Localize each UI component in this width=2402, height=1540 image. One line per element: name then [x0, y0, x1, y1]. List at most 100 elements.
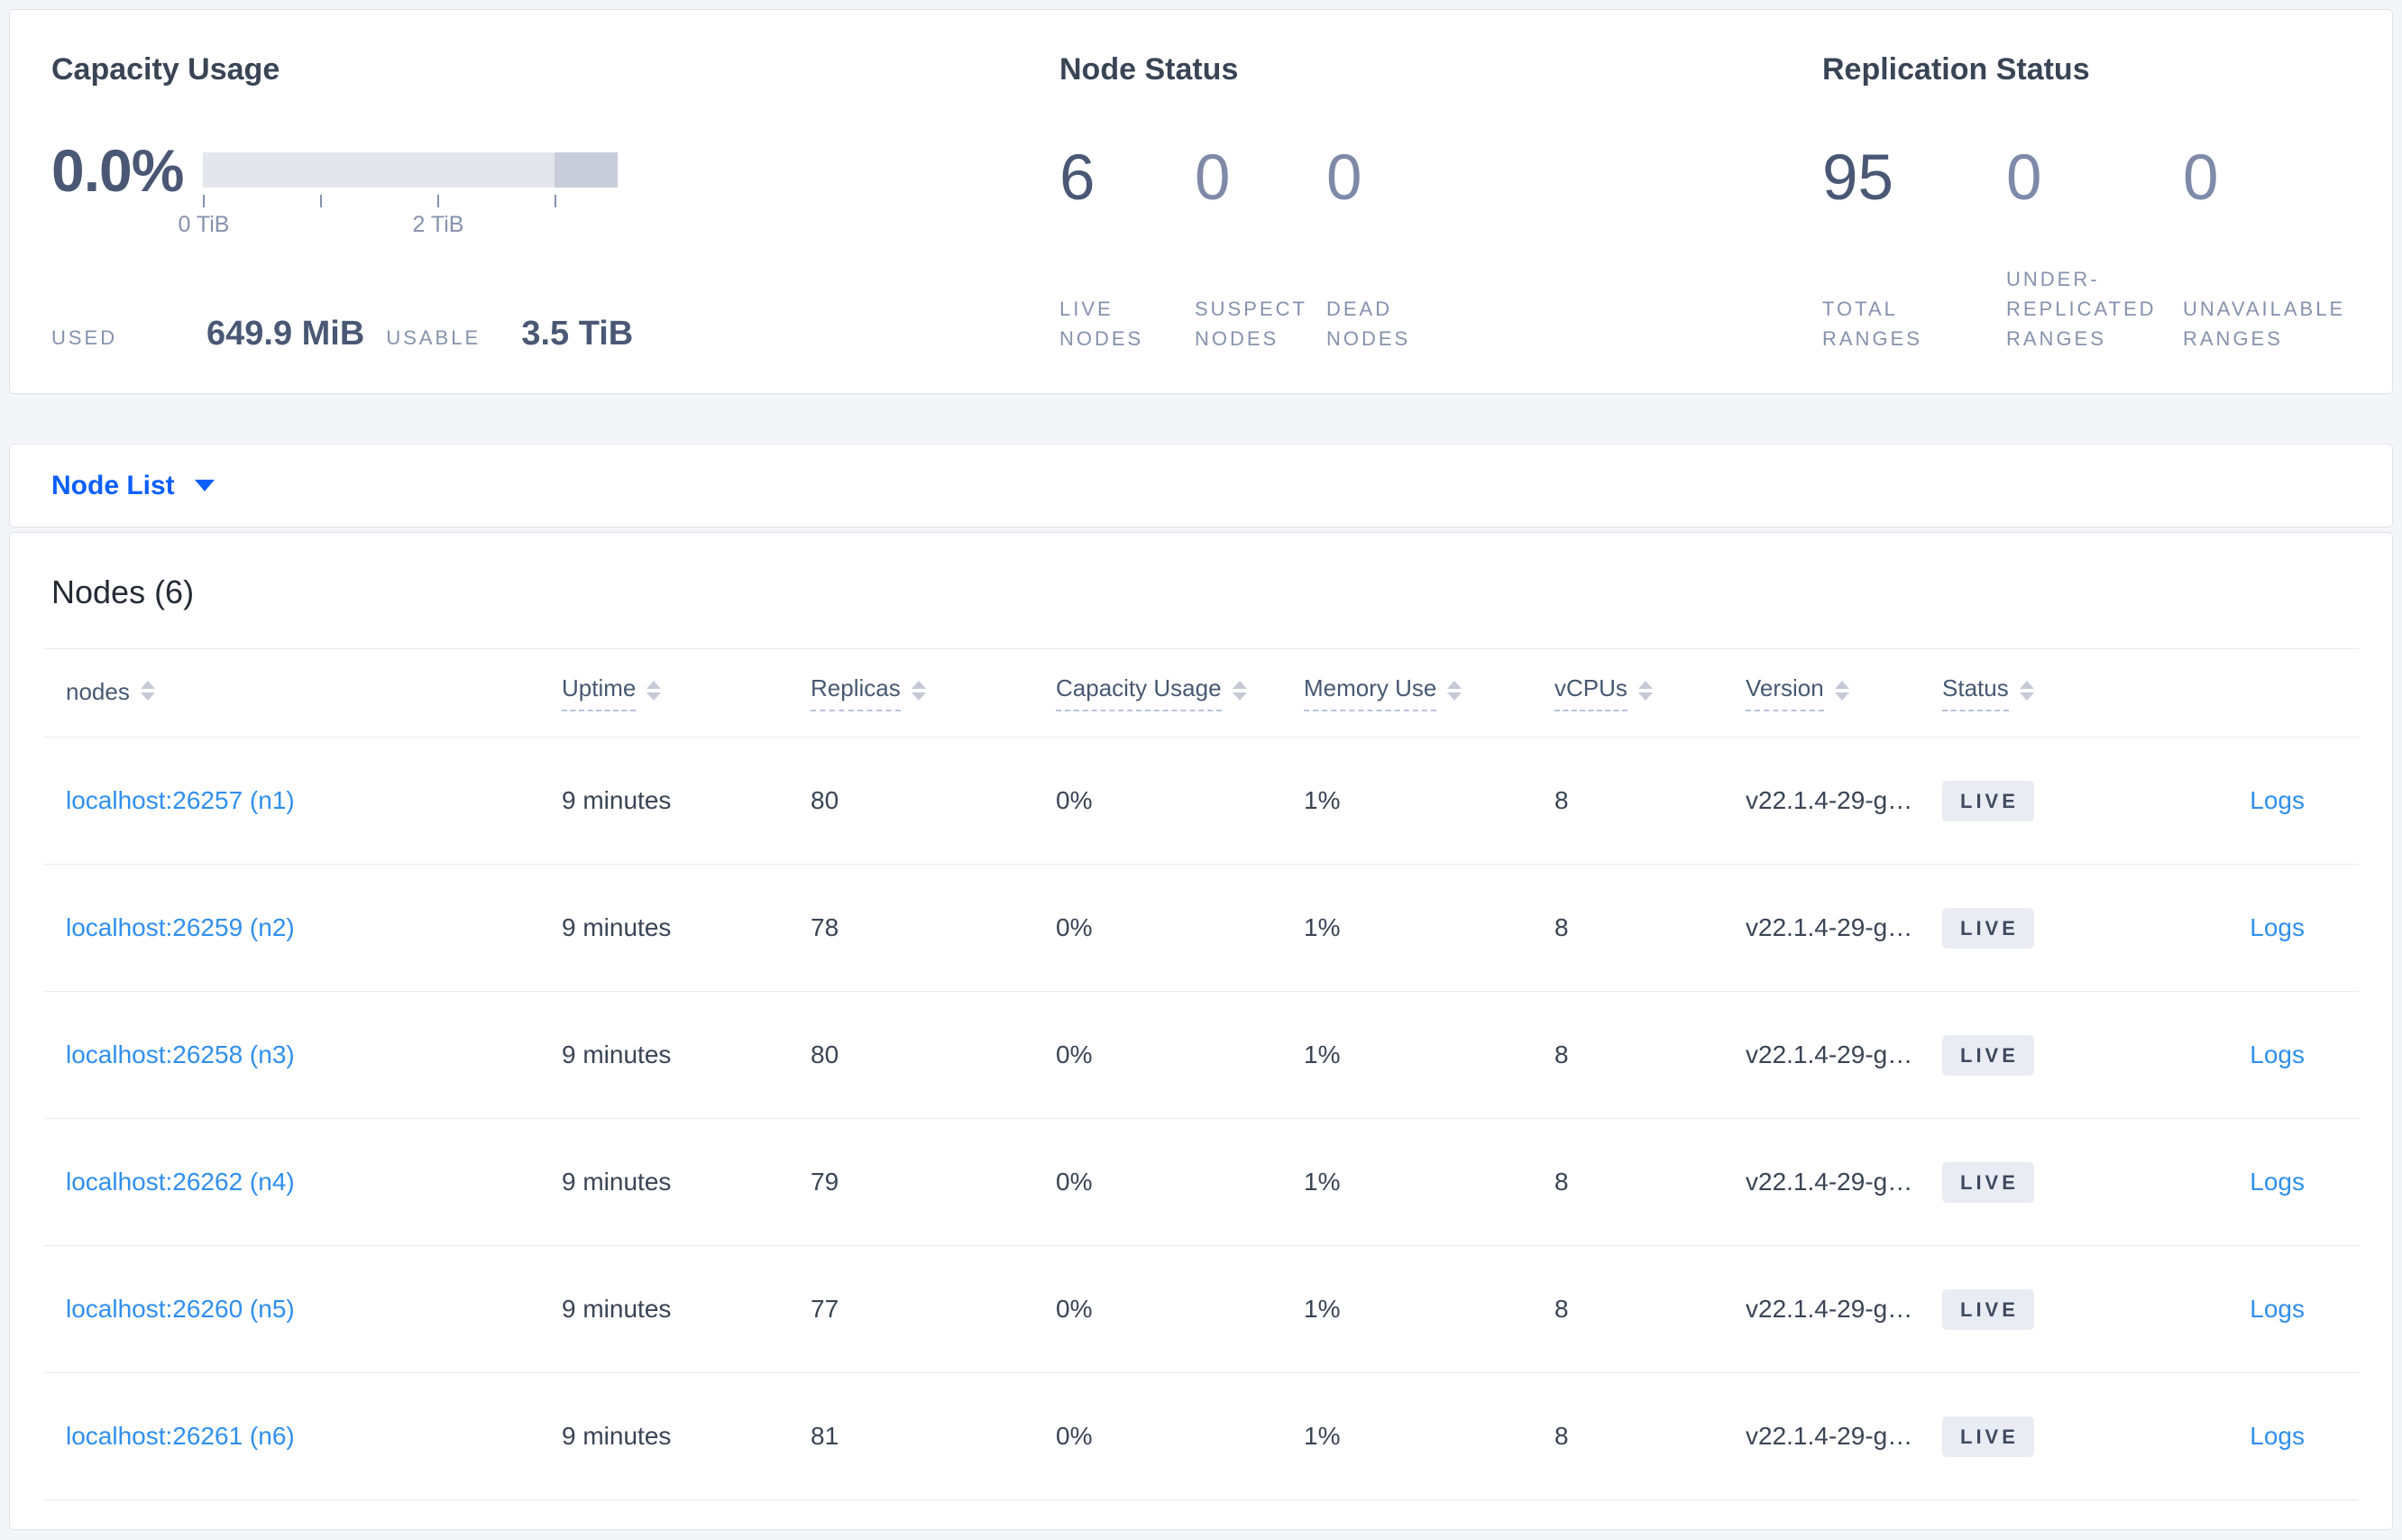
cluster-overview-page: Capacity Usage 0.0% 0 TiB 2 TiB USED 649…: [0, 0, 2402, 1540]
column-header-memory-use[interactable]: Memory Use: [1304, 674, 1554, 711]
column-header-nodes[interactable]: nodes: [44, 678, 562, 708]
vcpus-cell: 8: [1554, 1422, 1569, 1450]
capacity-usage-title: Capacity Usage: [51, 52, 280, 87]
version-cell: v22.1.4-29-g…: [1746, 913, 1913, 941]
logs-link[interactable]: Logs: [2250, 913, 2305, 941]
status-badge: LIVE: [1942, 1034, 2034, 1076]
sort-icon: [2019, 680, 2034, 701]
capacity-percent: 0.0%: [51, 137, 184, 204]
dead-nodes-label: DEAD NODES: [1326, 298, 1411, 350]
node-link[interactable]: localhost:26260 (n5): [66, 1295, 295, 1323]
usable-label: USABLE: [386, 326, 481, 349]
suspect-nodes-count: 0: [1195, 142, 1231, 214]
used-value: 649.9 MiB: [206, 315, 365, 353]
uptime-cell: 9 minutes: [562, 913, 672, 941]
column-header-replicas[interactable]: Replicas: [811, 674, 1056, 711]
node-status-labels: LIVE NODES SUSPECT NODES DEAD NODES: [1059, 294, 1822, 353]
uptime-cell: 9 minutes: [562, 786, 672, 814]
logs-link[interactable]: Logs: [2250, 1040, 2305, 1068]
replication-status-title: Replication Status: [1822, 52, 2090, 87]
replicas-cell: 80: [811, 786, 839, 814]
uptime-cell: 9 minutes: [562, 1040, 672, 1068]
logs-link[interactable]: Logs: [2250, 1422, 2305, 1450]
version-cell: v22.1.4-29-g…: [1746, 1040, 1913, 1068]
node-list-dropdown-label: Node List: [51, 470, 175, 500]
capacity-gauge-row: 0.0% 0 TiB 2 TiB: [51, 137, 1059, 237]
replicas-cell: 81: [811, 1422, 839, 1450]
node-status-title: Node Status: [1059, 52, 1239, 87]
memory-cell: 1%: [1304, 786, 1341, 814]
used-label: USED: [51, 326, 118, 349]
total-ranges-label: TOTAL RANGES: [1822, 298, 1922, 350]
vcpus-cell: 8: [1554, 786, 1569, 814]
uptime-cell: 9 minutes: [562, 1422, 672, 1450]
status-badge: LIVE: [1942, 907, 2034, 949]
capacity-gauge-dark-segment: [554, 152, 618, 188]
capacity-cell: 0%: [1056, 1040, 1093, 1068]
nodes-table: nodes Uptime Replicas Capacity Usage Mem…: [44, 648, 2359, 1500]
gauge-tick-label: 2 TiB: [412, 212, 464, 237]
replication-labels: TOTAL RANGES UNDER- REPLICATED RANGES UN…: [1822, 264, 2392, 353]
sort-icon: [1447, 680, 1462, 701]
replicas-cell: 78: [811, 913, 839, 941]
column-header-vcpus[interactable]: vCPUs: [1554, 674, 1746, 711]
suspect-nodes-label: SUSPECT NODES: [1195, 298, 1307, 350]
capacity-gauge-bar: [203, 152, 618, 188]
logs-link[interactable]: Logs: [2250, 1168, 2305, 1196]
unavailable-ranges-label: UNAVAILABLE RANGES: [2183, 298, 2346, 350]
version-cell: v22.1.4-29-g…: [1746, 786, 1913, 814]
capacity-usage-panel: Capacity Usage 0.0% 0 TiB 2 TiB USED 649…: [51, 50, 1059, 353]
sort-icon: [911, 680, 926, 701]
capacity-cell: 0%: [1056, 786, 1093, 814]
vcpus-cell: 8: [1554, 1040, 1569, 1068]
version-cell: v22.1.4-29-g…: [1746, 1168, 1913, 1196]
replicas-cell: 77: [811, 1295, 839, 1323]
sort-icon: [1834, 680, 1849, 701]
node-link[interactable]: localhost:26257 (n1): [66, 786, 295, 814]
live-nodes-label: LIVE NODES: [1059, 298, 1144, 350]
memory-cell: 1%: [1304, 1040, 1341, 1068]
table-row: localhost:26260 (n5) 9 minutes 77 0% 1% …: [44, 1246, 2359, 1373]
sort-icon: [646, 680, 662, 701]
capacity-cell: 0%: [1056, 1295, 1093, 1323]
chevron-down-icon: [194, 480, 215, 491]
node-link[interactable]: localhost:26258 (n3): [66, 1040, 295, 1068]
status-badge: LIVE: [1942, 1416, 2034, 1457]
gauge-tick: [555, 195, 556, 207]
memory-cell: 1%: [1304, 913, 1341, 941]
status-badge: LIVE: [1942, 780, 2034, 821]
status-badge: LIVE: [1942, 1288, 2034, 1330]
sort-icon: [1232, 680, 1247, 701]
gauge-tick: [203, 195, 205, 207]
vcpus-cell: 8: [1554, 913, 1569, 941]
capacity-cell: 0%: [1056, 1422, 1093, 1450]
table-row: localhost:26257 (n1) 9 minutes 80 0% 1% …: [44, 738, 2359, 865]
sort-icon: [140, 680, 155, 701]
node-link[interactable]: localhost:26261 (n6): [66, 1422, 295, 1450]
under-replicated-ranges-count: 0: [2006, 142, 2042, 214]
capacity-stats-row: USED 649.9 MiB USABLE 3.5 TiB: [51, 315, 1059, 353]
uptime-cell: 9 minutes: [562, 1168, 672, 1196]
node-link[interactable]: localhost:26259 (n2): [66, 913, 295, 941]
column-header-version[interactable]: Version: [1746, 674, 1942, 711]
version-cell: v22.1.4-29-g…: [1746, 1295, 1913, 1323]
replication-values: 95 0 0: [1822, 146, 2392, 210]
table-row: localhost:26262 (n4) 9 minutes 79 0% 1% …: [44, 1119, 2359, 1246]
under-replicated-ranges-label: UNDER- REPLICATED RANGES: [2006, 268, 2157, 350]
gauge-tick: [437, 195, 439, 207]
node-link[interactable]: localhost:26262 (n4): [66, 1168, 295, 1196]
node-list-dropdown[interactable]: Node List: [51, 471, 215, 501]
status-badge: LIVE: [1942, 1161, 2034, 1203]
capacity-cell: 0%: [1056, 913, 1093, 941]
gauge-tick: [320, 195, 322, 207]
replicas-cell: 80: [811, 1040, 839, 1068]
column-header-capacity-usage[interactable]: Capacity Usage: [1056, 674, 1304, 711]
logs-link[interactable]: Logs: [2250, 1295, 2305, 1323]
table-header-row: nodes Uptime Replicas Capacity Usage Mem…: [44, 649, 2359, 738]
node-status-panel: Node Status 6 0 0 LIVE NODES SUSPECT NOD…: [1059, 50, 1822, 353]
cluster-summary-card: Capacity Usage 0.0% 0 TiB 2 TiB USED 649…: [9, 9, 2393, 394]
replicas-cell: 79: [811, 1168, 839, 1196]
logs-link[interactable]: Logs: [2250, 786, 2305, 814]
column-header-status[interactable]: Status: [1942, 674, 2150, 711]
column-header-uptime[interactable]: Uptime: [562, 674, 811, 711]
